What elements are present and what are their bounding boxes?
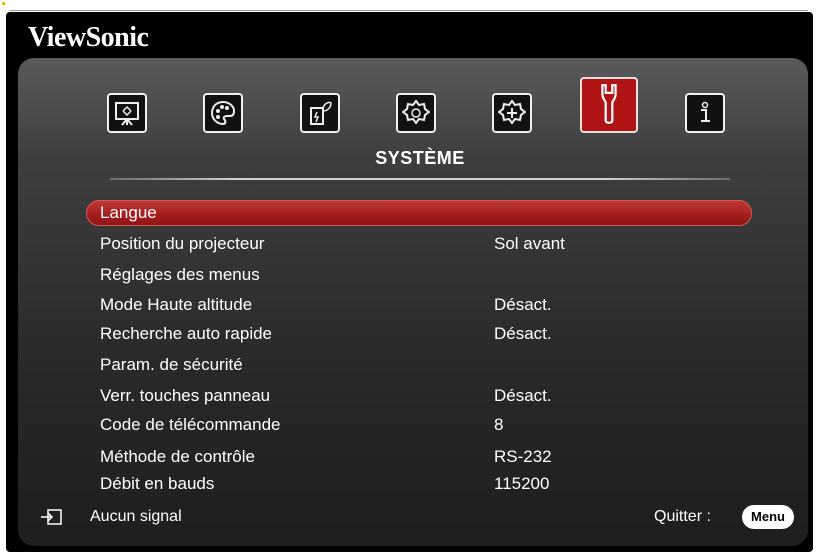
tab-power[interactable] xyxy=(300,93,340,133)
tab-title: SYSTÈME xyxy=(375,148,465,168)
menu-item-haute-altitude[interactable]: Mode Haute altitude Désact. xyxy=(86,292,752,318)
menu-item-label: Méthode de contrôle xyxy=(100,447,255,466)
wrench-icon xyxy=(601,84,617,124)
menu-item-value: 8 xyxy=(494,415,504,434)
menu-item-value: Désact. xyxy=(494,386,552,405)
menu-item-recherche-auto[interactable]: Recherche auto rapide Désact. xyxy=(86,321,752,347)
brand-logo: ViewSonic xyxy=(28,22,149,53)
menu-item-label: Langue xyxy=(100,203,157,222)
information-icon xyxy=(701,101,710,122)
menu-item-reglages-menus[interactable]: Réglages des menus xyxy=(86,262,752,288)
menu-item-value: Désact. xyxy=(494,295,552,314)
menu-item-code-telecommande[interactable]: Code de télécommande 8 xyxy=(86,412,752,438)
menu-item-label: Mode Haute altitude xyxy=(100,295,253,314)
menu-button[interactable]: Menu xyxy=(742,505,794,529)
menu-item-value: Sol avant xyxy=(494,234,565,253)
power-saving-icon xyxy=(310,101,332,125)
signal-status: Aucun signal xyxy=(90,508,182,525)
menu-item-methode-controle[interactable]: Méthode de contrôle RS-232 xyxy=(86,444,752,470)
menu-item-position-projecteur[interactable]: Position du projecteur Sol avant xyxy=(86,231,752,257)
corner-mark xyxy=(2,2,5,5)
display-icon xyxy=(115,102,139,126)
exit-label: Quitter : xyxy=(654,508,711,525)
menu-item-securite[interactable]: Param. de sécurité xyxy=(86,352,752,378)
palette-icon xyxy=(210,100,236,126)
menu-item-label: Position du projecteur xyxy=(100,234,265,253)
basic-settings-icon xyxy=(402,99,430,125)
menu-item-label: Recherche auto rapide xyxy=(100,324,273,343)
tab-system[interactable] xyxy=(580,77,638,133)
menu-item-label: Débit en bauds xyxy=(100,474,215,493)
tab-display[interactable] xyxy=(107,93,147,133)
menu-item-value: 115200 xyxy=(494,474,550,493)
advanced-settings-icon xyxy=(498,99,526,125)
menu-item-label: Param. de sécurité xyxy=(100,355,243,374)
title-divider xyxy=(110,178,730,180)
tab-information[interactable] xyxy=(685,93,725,133)
tab-advanced[interactable] xyxy=(492,93,532,133)
menu-item-label: Réglages des menus xyxy=(100,265,260,284)
menu-item-value: RS-232 xyxy=(494,447,552,466)
menu-item-value: Désact. xyxy=(494,324,552,343)
tab-basic[interactable] xyxy=(396,93,436,133)
top-border-line xyxy=(10,10,808,11)
menu-item-label: Code de télécommande xyxy=(100,415,281,434)
menu-item-langue[interactable]: Langue xyxy=(86,200,752,226)
input-source-icon xyxy=(41,509,62,525)
menu-item-verr-touches[interactable]: Verr. touches panneau Désact. xyxy=(86,383,752,409)
tab-image[interactable] xyxy=(203,93,243,133)
menu-item-label: Verr. touches panneau xyxy=(100,386,271,405)
menu-item-debit-bauds[interactable]: Débit en bauds 115200 xyxy=(86,471,752,497)
